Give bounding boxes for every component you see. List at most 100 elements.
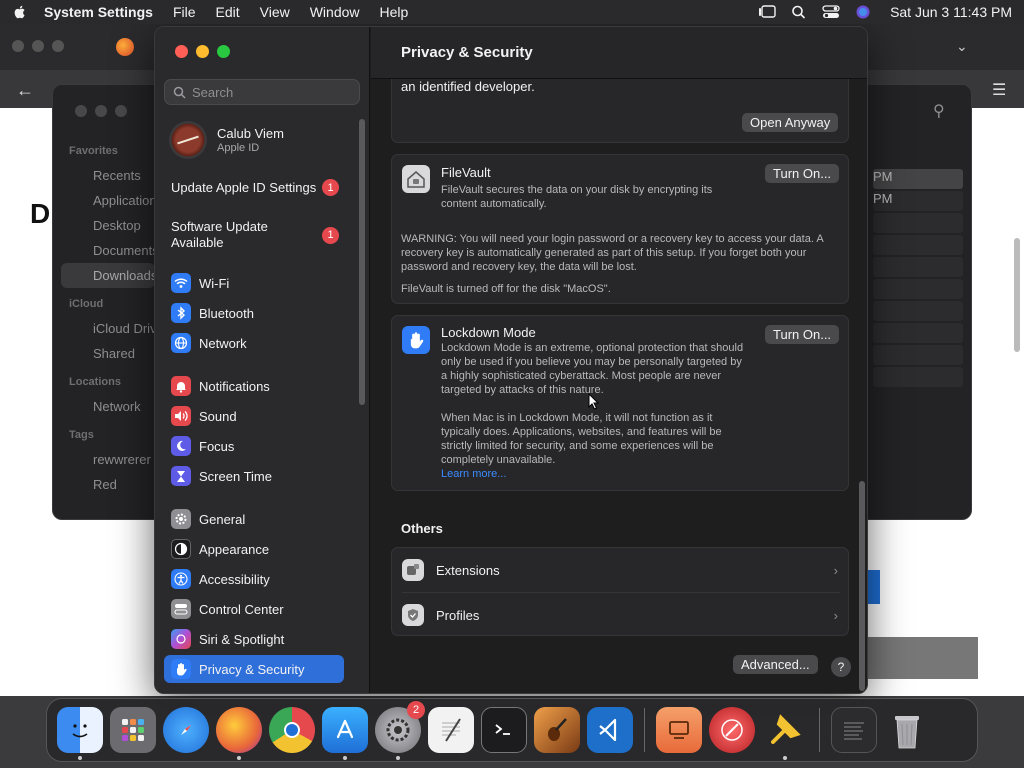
bell-icon xyxy=(171,376,191,396)
list-item[interactable] xyxy=(873,213,963,233)
search-icon[interactable]: ⚲ xyxy=(933,101,945,121)
sidebar-item-siri-spotlight[interactable]: Siri & Spotlight xyxy=(164,625,344,653)
menu-window[interactable]: Window xyxy=(310,4,360,20)
sidebar-item-accessibility[interactable]: Accessibility xyxy=(164,565,344,593)
finder-item[interactable]: Documents xyxy=(53,238,163,263)
dock-textedit-icon[interactable] xyxy=(428,707,474,753)
dock-pin-icon[interactable] xyxy=(762,707,808,760)
control-center-icon[interactable] xyxy=(822,5,840,19)
advanced-button[interactable]: Advanced... xyxy=(733,655,818,674)
profiles-row[interactable]: Profiles › xyxy=(392,593,850,637)
main-scrollbar[interactable] xyxy=(859,481,865,691)
list-item[interactable] xyxy=(873,323,963,343)
dock-screen-icon[interactable] xyxy=(656,707,702,753)
apple-icon[interactable] xyxy=(12,4,28,20)
menu-file[interactable]: File xyxy=(173,4,196,20)
sidebar-item-notifications[interactable]: Notifications xyxy=(164,372,344,400)
menu-edit[interactable]: Edit xyxy=(216,4,240,20)
finder-item[interactable]: Desktop xyxy=(53,213,163,238)
running-indicator xyxy=(396,756,400,760)
dock-garageband-icon[interactable] xyxy=(534,707,580,753)
software-update-notice[interactable]: Software Update Available 1 xyxy=(171,219,361,251)
sidebar-item-general[interactable]: General xyxy=(164,505,344,533)
list-item[interactable]: PM xyxy=(873,191,963,211)
sidebar-item-screen-time[interactable]: Screen Time xyxy=(164,462,344,490)
stage-manager-icon[interactable] xyxy=(758,5,776,19)
list-item[interactable] xyxy=(873,367,963,387)
menu-bar-clock[interactable]: Sat Jun 3 11:43 PM xyxy=(890,4,1012,20)
list-item[interactable] xyxy=(873,257,963,277)
finder-section-tags: Tags xyxy=(69,429,94,441)
finder-item[interactable]: iCloud Drive xyxy=(53,316,163,341)
chevron-down-icon[interactable]: ⌄ xyxy=(956,38,968,55)
menu-view[interactable]: View xyxy=(260,4,290,20)
apple-id-profile[interactable]: Calub Viem Apple ID xyxy=(169,121,284,159)
minimize-button[interactable] xyxy=(196,45,209,58)
dock-stack-icon[interactable] xyxy=(831,707,877,753)
finder-item[interactable]: Red xyxy=(53,472,163,497)
lockdown-title: Lockdown Mode xyxy=(441,325,536,340)
dock-chrome-icon[interactable] xyxy=(269,707,315,753)
update-apple-id-notice[interactable]: Update Apple ID Settings 1 xyxy=(171,179,361,196)
sidebar-scrollbar[interactable] xyxy=(359,119,365,405)
search-input[interactable] xyxy=(192,84,352,100)
dock-firefox-icon[interactable] xyxy=(216,707,262,760)
list-item[interactable] xyxy=(873,279,963,299)
sidebar-item-bluetooth[interactable]: Bluetooth xyxy=(164,299,344,327)
lockdown-turn-on-button[interactable]: Turn On... xyxy=(765,325,840,344)
sidebar-item-wifi[interactable]: Wi-Fi xyxy=(164,269,344,297)
finder-item[interactable]: rewwrerer xyxy=(53,447,163,472)
help-button[interactable]: ? xyxy=(831,657,851,677)
menu-help[interactable]: Help xyxy=(380,4,409,20)
running-indicator xyxy=(237,756,241,760)
search-icon[interactable] xyxy=(790,5,808,19)
dock-compass-icon[interactable] xyxy=(709,707,755,753)
learn-more-link[interactable]: Learn more... xyxy=(441,467,506,481)
finder-item[interactable]: Shared xyxy=(53,341,163,366)
finder-item[interactable]: Applications xyxy=(53,188,163,213)
list-item[interactable] xyxy=(873,235,963,255)
extensions-row[interactable]: Extensions › xyxy=(392,548,850,592)
dock-terminal-icon[interactable] xyxy=(481,707,527,753)
close-button[interactable] xyxy=(175,45,188,58)
dock-launchpad-icon[interactable] xyxy=(110,707,156,753)
sidebar-item-privacy-security[interactable]: Privacy & Security xyxy=(164,655,344,683)
open-anyway-button[interactable]: Open Anyway xyxy=(742,113,839,132)
avatar xyxy=(169,121,207,159)
back-arrow-icon[interactable]: ← xyxy=(16,80,34,101)
list-item[interactable]: PM xyxy=(873,169,963,189)
dock-separator xyxy=(644,708,645,752)
security-text: an identified developer. xyxy=(401,79,535,94)
sidebar-item-label: Accessibility xyxy=(199,571,270,587)
extensions-icon xyxy=(402,559,424,581)
menu-icon[interactable]: ☰ xyxy=(992,80,1006,100)
sidebar-item-appearance[interactable]: Appearance xyxy=(164,535,344,563)
dock-system-settings-icon[interactable]: 2 xyxy=(375,701,425,760)
app-menu[interactable]: System Settings xyxy=(44,4,153,20)
firefox-tab-icon[interactable] xyxy=(116,38,134,56)
sidebar-item-network[interactable]: Network xyxy=(164,329,344,357)
sidebar-item-sound[interactable]: Sound xyxy=(164,402,344,430)
dock-finder-icon[interactable] xyxy=(57,707,103,760)
chevron-right-icon: › xyxy=(833,607,838,623)
sidebar-item-control-center[interactable]: Control Center xyxy=(164,595,344,623)
finder-item[interactable]: Network xyxy=(53,394,163,419)
filevault-status: FileVault is turned off for the disk "Ma… xyxy=(401,283,611,295)
dock-trash-icon[interactable] xyxy=(884,707,930,753)
sidebar-item-focus[interactable]: Focus xyxy=(164,432,344,460)
page-scrollbar[interactable] xyxy=(1014,238,1020,352)
siri-icon[interactable] xyxy=(854,5,872,19)
filevault-turn-on-button[interactable]: Turn On... xyxy=(765,164,840,183)
page-button[interactable] xyxy=(868,570,880,604)
dock-vscode-icon[interactable] xyxy=(587,707,633,753)
finder-item[interactable]: Recents xyxy=(53,163,163,188)
finder-item[interactable]: Downloads xyxy=(61,263,155,288)
sidebar-search[interactable] xyxy=(164,79,360,105)
siri-icon xyxy=(171,629,191,649)
list-item[interactable] xyxy=(873,345,963,365)
list-item[interactable] xyxy=(873,301,963,321)
notice-label: Update Apple ID Settings xyxy=(171,179,317,195)
zoom-button[interactable] xyxy=(217,45,230,58)
dock-app-store-icon[interactable] xyxy=(322,707,368,760)
dock-safari-icon[interactable] xyxy=(163,707,209,753)
